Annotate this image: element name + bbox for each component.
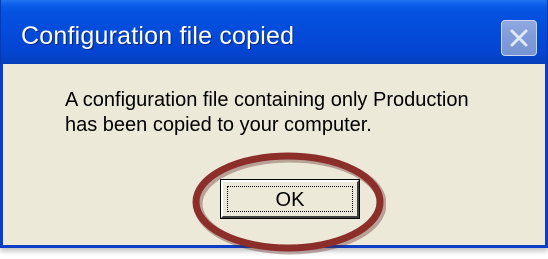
ok-button[interactable]: OK: [220, 179, 360, 219]
close-button[interactable]: [501, 20, 537, 56]
dialog-title: Configuration file copied: [21, 22, 295, 50]
close-icon: [510, 29, 528, 47]
message-line-1: A configuration file containing only Pro…: [65, 89, 469, 111]
ok-button-label: OK: [275, 189, 305, 211]
dialog-message: A configuration file containing only Pro…: [65, 88, 535, 138]
title-bar[interactable]: Configuration file copied: [0, 0, 548, 64]
dialog-window: Configuration file copied A configuratio…: [0, 0, 548, 248]
message-line-2: has been copied to your computer.: [65, 114, 372, 136]
